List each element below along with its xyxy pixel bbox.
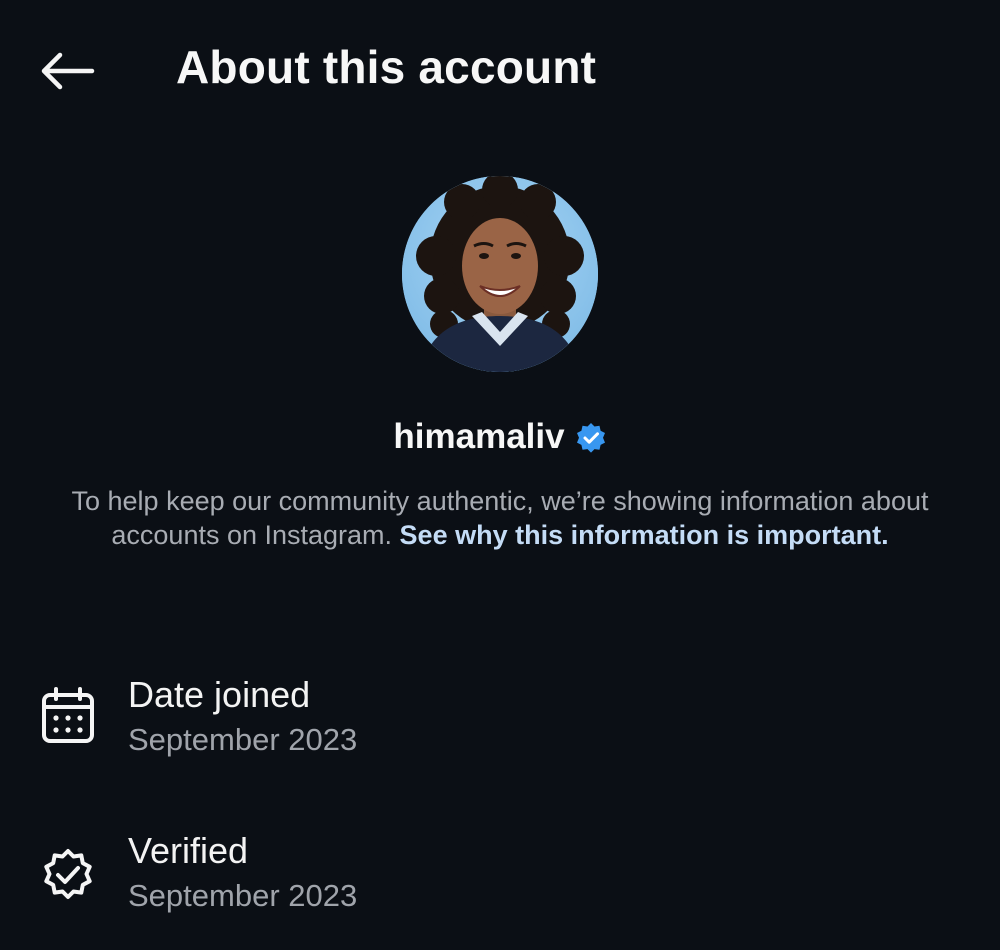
- detail-value: September 2023: [128, 722, 358, 757]
- arrow-left-icon: [41, 52, 95, 90]
- detail-label: Date joined: [128, 674, 311, 715]
- verified-seal-icon: [38, 844, 98, 904]
- page-title: About this account: [176, 41, 597, 93]
- header-bar: About this account: [0, 0, 1000, 140]
- detail-row-verified: Verified September 2023: [0, 830, 1000, 940]
- back-button[interactable]: [34, 44, 100, 98]
- info-paragraph: To help keep our community authentic, we…: [60, 484, 940, 552]
- detail-row-date-joined: Date joined September 2023: [0, 674, 1000, 784]
- detail-value: September 2023: [128, 878, 358, 913]
- calendar-icon: [38, 686, 98, 746]
- detail-label: Verified: [128, 830, 249, 871]
- verified-badge-icon: [575, 422, 607, 454]
- username: himamaliv: [393, 417, 565, 456]
- username-row: himamaliv: [0, 412, 1000, 462]
- info-link[interactable]: See why this information is important.: [400, 520, 889, 550]
- avatar: [402, 176, 598, 372]
